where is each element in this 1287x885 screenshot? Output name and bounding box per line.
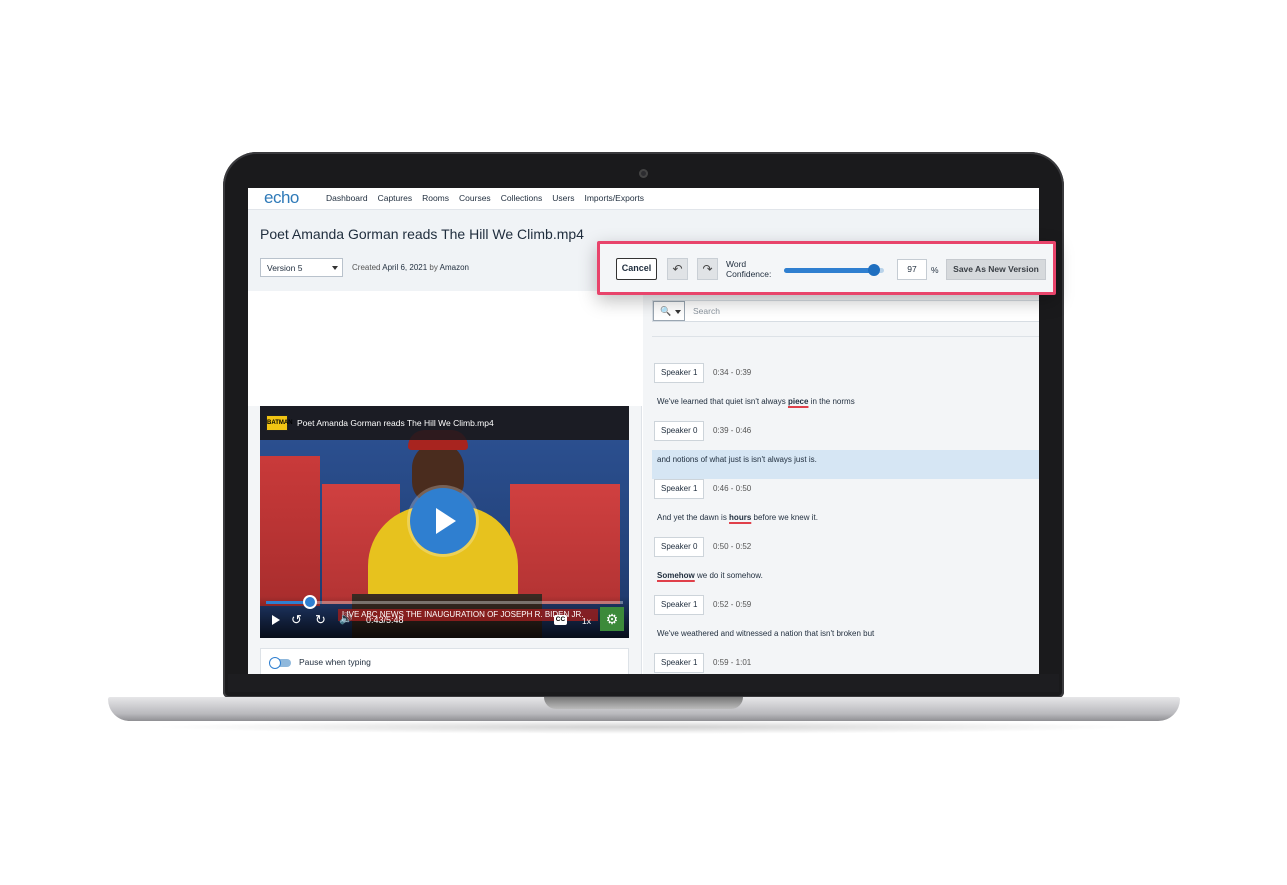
camera-icon (639, 169, 648, 178)
chevron-down-icon (332, 266, 338, 270)
divider (652, 336, 1039, 337)
nav-item-collections[interactable]: Collections (501, 193, 543, 203)
transcript-segment-header: Speaker 0 0:50 - 0:52 (654, 537, 1039, 566)
nav-item-captures[interactable]: Captures (378, 193, 413, 203)
transcript-segment-header: Speaker 0 0:39 - 0:46 (654, 421, 1039, 450)
segment-time: 0:34 - 0:39 (713, 368, 752, 377)
forward-icon[interactable]: ↻ (315, 612, 326, 628)
nav-item-dashboard[interactable]: Dashboard (326, 193, 368, 203)
transcript-text-fragment: We've weathered and witnessed a nation t… (657, 629, 875, 638)
speaker-button[interactable]: Speaker 1 (654, 479, 705, 499)
confidence-value-input[interactable]: 97 (897, 259, 927, 280)
confidence-slider-fill (784, 268, 874, 273)
low-confidence-word[interactable]: hours (729, 513, 751, 522)
segment-time: 0:50 - 0:52 (713, 542, 752, 551)
playback-speed-button[interactable]: 1x (582, 616, 591, 626)
transcript-text-fragment: we do it somehow. (694, 571, 763, 580)
percent-label: % (931, 265, 939, 275)
word-confidence-label: Word Confidence: (726, 259, 771, 279)
speaker-button[interactable]: Speaker 0 (654, 421, 705, 441)
transcript-text[interactable]: and notions of what just is isn't always… (652, 450, 1039, 479)
video-frame-drape (510, 484, 620, 604)
speaker-button[interactable]: Speaker 1 (654, 595, 705, 615)
speaker-button[interactable]: Speaker 0 (654, 537, 705, 557)
chevron-down-icon (675, 310, 681, 314)
play-big-button[interactable] (410, 488, 476, 554)
time-display: 0:43/5:48 (366, 615, 404, 625)
segment-time: 0:39 - 0:46 (713, 426, 752, 435)
transcript-text-fragment: in the norms (808, 397, 855, 406)
word-confidence-label-line1: Word (726, 259, 747, 269)
video-player[interactable]: BATMAN Poet Amanda Gorman reads The Hill… (260, 406, 629, 638)
redo-icon[interactable]: ↷ (697, 258, 718, 280)
video-title-bar: BATMAN Poet Amanda Gorman reads The Hill… (260, 406, 629, 440)
pause-when-typing-row: Pause when typing (260, 648, 629, 674)
created-prefix: Created (352, 263, 381, 272)
search-icon: 🔍 (660, 306, 672, 316)
pause-toggle[interactable] (269, 657, 291, 669)
page-title: Poet Amanda Gorman reads The Hill We Cli… (260, 226, 584, 242)
nav-item-users[interactable]: Users (552, 193, 574, 203)
transcript-list: Speaker 1 0:34 - 0:39 We've learned that q… (652, 363, 1039, 674)
transcript-text[interactable]: And yet the dawn is hours before we knew… (654, 508, 1039, 537)
search-input[interactable]: Search (693, 306, 720, 316)
volume-icon[interactable]: 🔊 (339, 612, 353, 625)
edit-toolbar: Cancel ↶ ↷ Word Confidence: 97 % Save As… (597, 241, 1056, 295)
nav-menu: Dashboard Captures Rooms Courses Collections… (326, 193, 654, 203)
save-as-new-version-button[interactable]: Save As New Version (946, 259, 1046, 280)
laptop-notch (544, 697, 743, 709)
segment-time: 0:52 - 0:59 (713, 600, 752, 609)
speaker-button[interactable]: Speaker 1 (654, 363, 705, 383)
created-date: April 6, 2021 (382, 263, 428, 272)
speaker-button[interactable]: Speaker 1 (654, 653, 705, 673)
created-info: Created April 6, 2021 by Amazon (352, 263, 469, 272)
confidence-slider-handle[interactable] (868, 264, 880, 276)
captions-button[interactable]: CC (554, 615, 567, 625)
pause-label: Pause when typing (299, 657, 371, 667)
nav-item-imports-exports[interactable]: Imports/Exports (584, 193, 644, 203)
transcript-segment-header: Speaker 1 0:52 - 0:59 (654, 595, 1039, 624)
gear-icon[interactable]: ⚙ (600, 607, 624, 631)
play-icon[interactable] (272, 615, 280, 625)
transcript-text[interactable]: We've weathered and witnessed a nation t… (654, 624, 1039, 653)
version-select[interactable]: Version 5 (260, 258, 343, 277)
media-panel-spacer (248, 291, 642, 406)
transcript-text-fragment: And yet the dawn is (657, 513, 730, 522)
undo-icon[interactable]: ↶ (667, 258, 688, 280)
search-bar: 🔍 Search (652, 300, 1039, 322)
transcript-text-fragment: We've learned that quiet isn't always (657, 397, 788, 406)
segment-time: 0:46 - 0:50 (713, 484, 752, 493)
created-by: Amazon (439, 263, 469, 272)
top-nav: echo Dashboard Captures Rooms Courses Collec… (248, 188, 1039, 210)
echo-logo[interactable]: echo (264, 188, 299, 208)
progress-bar[interactable] (266, 601, 623, 604)
transcript-segment-header: Speaker 1 0:59 - 1:01 (654, 653, 1039, 674)
transcript-text[interactable]: We've learned that quiet isn't always pi… (654, 392, 1039, 421)
video-frame-drape (260, 456, 320, 606)
rewind-icon[interactable]: ↺ (291, 612, 302, 628)
transcript-segment-header: Speaker 1 0:46 - 0:50 (654, 479, 1039, 508)
transcript-text-fragment: and notions of what just is isn't always… (657, 455, 817, 464)
created-by-prefix: by (429, 263, 438, 272)
search-options-button[interactable]: 🔍 (653, 301, 685, 321)
video-title: Poet Amanda Gorman reads The Hill We Cli… (297, 418, 494, 428)
laptop-bezel (228, 674, 1059, 692)
channel-avatar-icon: BATMAN (266, 415, 293, 431)
word-confidence-label-line2: Confidence: (726, 269, 772, 279)
version-select-value: Version 5 (267, 263, 303, 273)
cancel-button[interactable]: Cancel (616, 258, 657, 280)
low-confidence-word[interactable]: Somehow (657, 571, 695, 580)
transcript-text[interactable]: Somehow we do it somehow. (654, 566, 1039, 595)
segment-time: 0:59 - 1:01 (713, 658, 752, 667)
laptop-shadow (150, 720, 1138, 734)
nav-item-rooms[interactable]: Rooms (422, 193, 449, 203)
nav-item-courses[interactable]: Courses (459, 193, 491, 203)
low-confidence-word[interactable]: piece (788, 397, 808, 406)
transcript-segment-header: Speaker 1 0:34 - 0:39 (654, 363, 1039, 392)
transcript-text-fragment: before we knew it. (751, 513, 818, 522)
